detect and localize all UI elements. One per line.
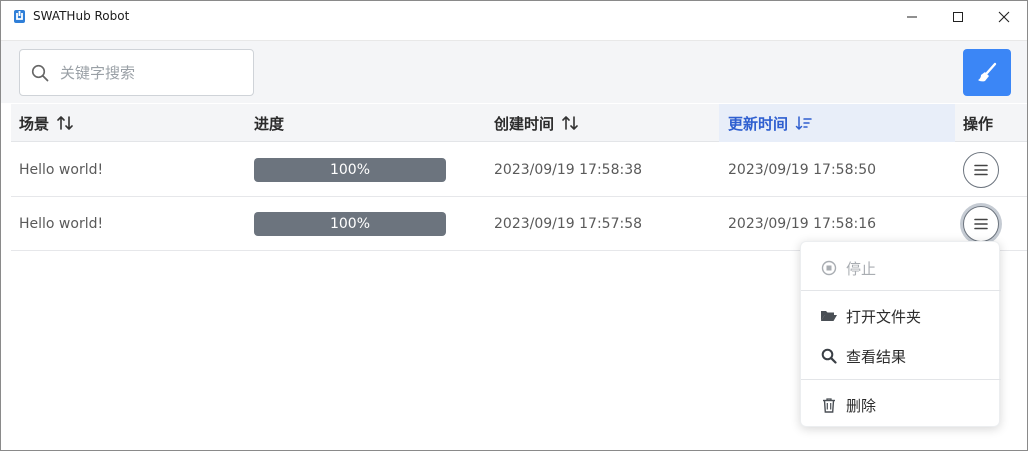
column-header-updated[interactable]: 更新时间 bbox=[719, 104, 955, 142]
maximize-button[interactable] bbox=[935, 1, 981, 33]
created-time-cell: 2023/09/19 17:57:58 bbox=[494, 216, 643, 232]
scene-cell: Hello world! bbox=[19, 162, 104, 178]
menu-item-label: 打开文件夹 bbox=[846, 307, 922, 326]
stop-circle-icon bbox=[820, 259, 838, 277]
actions-cell bbox=[963, 143, 999, 197]
menu-item-open-folder[interactable]: 打开文件夹 bbox=[801, 298, 1001, 334]
created-time-cell: 2023/09/19 17:58:38 bbox=[494, 162, 643, 178]
maximize-icon bbox=[953, 12, 963, 22]
column-label: 场景 bbox=[19, 114, 50, 133]
row-actions-menu: 停止 打开文件夹 查看结果 删除 bbox=[800, 241, 1001, 427]
window-title: SWATHub Robot bbox=[33, 9, 130, 23]
menu-divider bbox=[801, 379, 1001, 380]
toolbar bbox=[1, 40, 1027, 103]
updated-time-cell: 2023/09/19 17:58:50 bbox=[728, 162, 877, 178]
broom-icon bbox=[978, 62, 997, 81]
column-label: 操作 bbox=[963, 114, 994, 133]
menu-item-view-results[interactable]: 查看结果 bbox=[801, 338, 1001, 374]
table-row: Hello world! 100% 2023/09/19 17:58:38 20… bbox=[11, 143, 1027, 197]
table-header: 场景 进度 创建时间 更新时间 操作 bbox=[11, 104, 1027, 142]
sort-icon[interactable] bbox=[56, 114, 74, 132]
progress-cell: 100% bbox=[254, 143, 446, 197]
column-label: 进度 bbox=[254, 114, 285, 133]
column-header-created[interactable]: 创建时间 bbox=[494, 104, 579, 142]
app-logo-icon bbox=[14, 10, 25, 23]
progress-cell: 100% bbox=[254, 197, 446, 251]
sort-icon[interactable] bbox=[561, 114, 579, 132]
progress-label: 100% bbox=[329, 216, 371, 232]
sort-descending-icon[interactable] bbox=[795, 114, 813, 132]
menu-item-label: 停止 bbox=[846, 259, 877, 278]
row-menu-button[interactable] bbox=[963, 152, 999, 188]
column-header-scene[interactable]: 场景 bbox=[19, 104, 74, 142]
close-icon bbox=[998, 11, 1010, 23]
clear-button[interactable] bbox=[963, 49, 1011, 96]
menu-item-label: 删除 bbox=[846, 396, 877, 415]
column-header-progress: 进度 bbox=[254, 104, 284, 142]
progress-label: 100% bbox=[329, 162, 371, 178]
menu-icon bbox=[974, 218, 988, 230]
column-label: 创建时间 bbox=[494, 114, 555, 133]
menu-item-delete[interactable]: 删除 bbox=[801, 387, 1001, 423]
search-icon bbox=[31, 64, 49, 82]
search-icon bbox=[820, 347, 838, 365]
menu-item-stop[interactable]: 停止 bbox=[801, 250, 1001, 286]
folder-open-icon bbox=[820, 307, 838, 325]
title-bar: SWATHub Robot bbox=[1, 1, 1027, 33]
menu-divider bbox=[801, 290, 1001, 291]
column-header-actions: 操作 bbox=[963, 104, 993, 142]
menu-item-label: 查看结果 bbox=[846, 347, 907, 366]
progress-bar: 100% bbox=[254, 212, 446, 236]
search-input[interactable] bbox=[60, 60, 245, 86]
app-window: SWATHub Robot 场景 bbox=[0, 0, 1028, 451]
progress-bar: 100% bbox=[254, 158, 446, 182]
trash-icon bbox=[820, 396, 838, 414]
column-label: 更新时间 bbox=[728, 114, 789, 133]
minimize-button[interactable] bbox=[889, 1, 935, 33]
scene-cell: Hello world! bbox=[19, 216, 104, 232]
search-box[interactable] bbox=[19, 49, 254, 96]
row-menu-button[interactable] bbox=[963, 206, 999, 242]
minimize-icon bbox=[907, 16, 917, 18]
close-button[interactable] bbox=[981, 1, 1027, 33]
menu-icon bbox=[974, 164, 988, 176]
